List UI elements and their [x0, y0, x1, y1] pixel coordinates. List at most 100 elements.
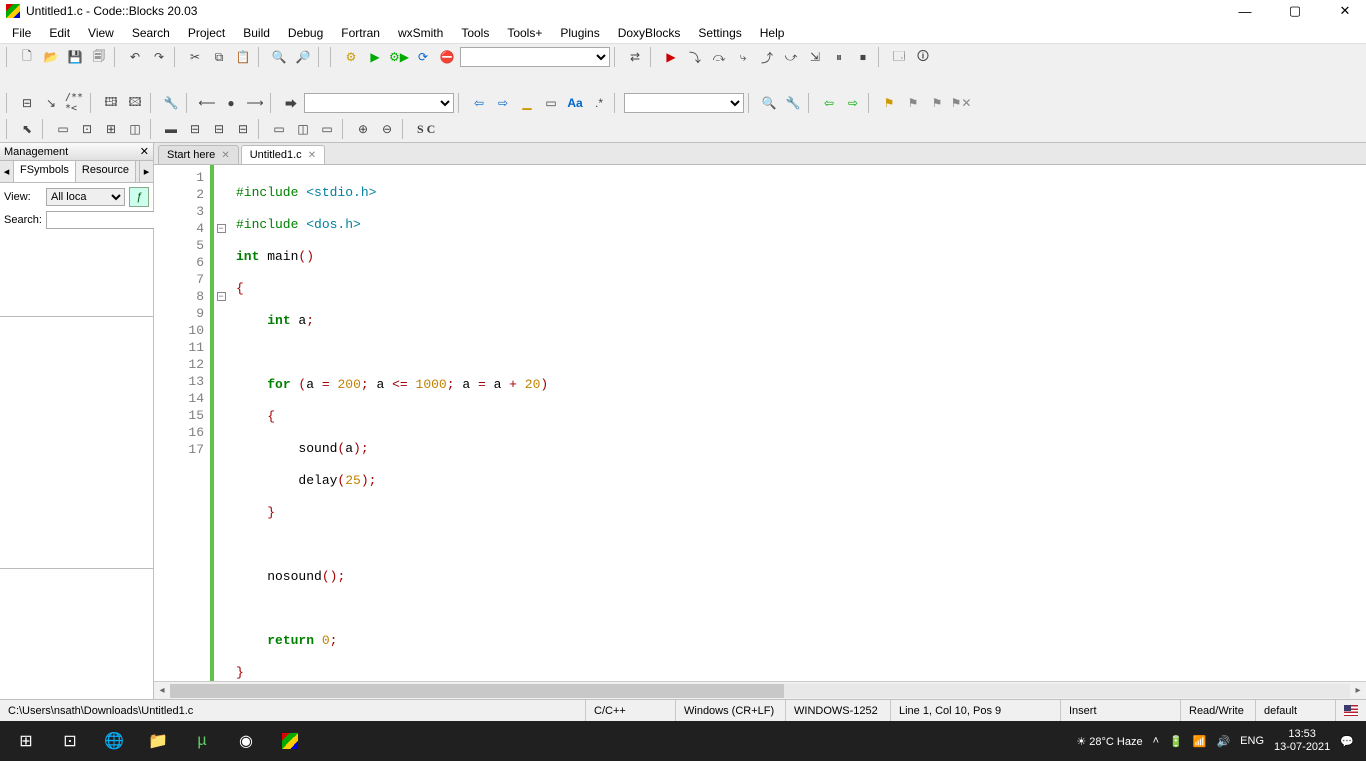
management-tab-resources[interactable]: Resource — [76, 161, 136, 182]
status-eol[interactable]: Windows (CR+LF) — [676, 700, 786, 721]
step-into-icon[interactable]: ⤷ — [732, 46, 754, 68]
close-tab-icon[interactable]: ✕ — [308, 150, 316, 161]
tb4-4-icon[interactable]: ◫ — [124, 118, 146, 140]
menu-wxsmith[interactable]: wxSmith — [390, 24, 451, 42]
view-select[interactable]: All loca — [46, 188, 125, 206]
code-text[interactable]: #include <stdio.h> #include <dos.h> int … — [228, 165, 1366, 681]
tb4-11-icon[interactable]: ▭ — [316, 118, 338, 140]
menu-fortran[interactable]: Fortran — [333, 24, 388, 42]
build-icon[interactable]: ⚙ — [340, 46, 362, 68]
tray-chevron-icon[interactable]: ˄ — [1153, 735, 1159, 747]
menu-toolsplus[interactable]: Tools+ — [499, 24, 550, 42]
nav-back-icon[interactable]: ⇦ — [468, 92, 490, 114]
step-into-instr-icon[interactable]: ⇲ — [804, 46, 826, 68]
flag-clear-icon[interactable]: ⚑✕ — [950, 92, 972, 114]
menu-plugins[interactable]: Plugins — [552, 24, 607, 42]
save-all-icon[interactable]: 🗐 — [88, 46, 110, 68]
close-button[interactable]: ✕ — [1330, 1, 1360, 21]
build-target-combo[interactable] — [460, 47, 610, 67]
menu-file[interactable]: File — [4, 24, 39, 42]
menu-doxyblocks[interactable]: DoxyBlocks — [610, 24, 689, 42]
utorrent-icon[interactable]: µ — [180, 721, 224, 761]
tb4-10-icon[interactable]: ◫ — [292, 118, 314, 140]
next-line-icon[interactable]: ⤼ — [708, 46, 730, 68]
step-out-icon[interactable]: ⤴ — [756, 46, 778, 68]
status-insert-mode[interactable]: Insert — [1061, 700, 1181, 721]
doxy-comment-icon[interactable]: /** *< — [64, 92, 86, 114]
menu-debug[interactable]: Debug — [280, 24, 331, 42]
doxy-config-icon[interactable]: 🔧 — [160, 92, 182, 114]
tb4-1-icon[interactable]: ▭ — [52, 118, 74, 140]
next-bookmark-icon[interactable]: ⇨ — [842, 92, 864, 114]
menu-project[interactable]: Project — [180, 24, 233, 42]
stop-debug-icon[interactable]: ⏹ — [852, 46, 874, 68]
flag-yellow-icon[interactable]: ⚑ — [878, 92, 900, 114]
tb4-9-icon[interactable]: ▭ — [268, 118, 290, 140]
clock[interactable]: 13:53 13-07-2021 — [1274, 728, 1330, 754]
flag-next-icon[interactable]: ⚑ — [926, 92, 948, 114]
horizontal-scrollbar[interactable]: ◂ ▸ — [154, 681, 1366, 699]
zoom-in-icon[interactable]: ⊕ — [352, 118, 374, 140]
prev-bookmark-icon[interactable]: ⇦ — [818, 92, 840, 114]
next-instr-icon[interactable]: ⤻ — [780, 46, 802, 68]
menu-build[interactable]: Build — [235, 24, 278, 42]
toggle-source-header-icon[interactable]: ⇄ — [624, 46, 646, 68]
scroll-left-icon[interactable]: ◂ — [154, 685, 170, 696]
menu-tools[interactable]: Tools — [453, 24, 497, 42]
management-tab-fsymbols[interactable]: FSymbols — [14, 161, 76, 182]
break-icon[interactable]: ⏸ — [828, 46, 850, 68]
nav-fwd-icon[interactable]: ⇨ — [492, 92, 514, 114]
doxy-chm-icon[interactable]: 🖾 — [124, 92, 146, 114]
doxy-html-icon[interactable]: 🖽 — [100, 92, 122, 114]
jump-here-icon[interactable]: ● — [220, 92, 242, 114]
start-button[interactable]: ⊞ — [4, 721, 48, 761]
maximize-button[interactable]: ▢ — [1280, 1, 1310, 21]
language-indicator[interactable]: ENG — [1240, 735, 1264, 747]
jump-back-icon[interactable]: ⟵ — [196, 92, 218, 114]
rebuild-icon[interactable]: ⟳ — [412, 46, 434, 68]
refresh-symbols-icon[interactable]: ƒ — [129, 187, 149, 207]
menu-help[interactable]: Help — [752, 24, 793, 42]
scope-combo[interactable] — [624, 93, 744, 113]
close-tab-icon[interactable]: ✕ — [221, 150, 229, 161]
undo-icon[interactable]: ↶ — [124, 46, 146, 68]
menu-settings[interactable]: Settings — [690, 24, 749, 42]
new-file-icon[interactable]: 🗋 — [16, 46, 38, 68]
flag-prev-icon[interactable]: ⚑ — [902, 92, 924, 114]
management-tab-scroll-left[interactable]: ◂ — [0, 161, 14, 182]
management-close-icon[interactable]: ✕ — [140, 145, 149, 158]
tb4-3-icon[interactable]: ⊞ — [100, 118, 122, 140]
zoom-find-icon[interactable]: 🔍 — [758, 92, 780, 114]
build-run-icon[interactable]: ⚙▶ — [388, 46, 410, 68]
search-combo[interactable] — [304, 93, 454, 113]
last-jump-icon[interactable]: ⮕ — [280, 92, 302, 114]
chrome-icon[interactable]: ◉ — [224, 721, 268, 761]
scroll-right-icon[interactable]: ▸ — [1350, 685, 1366, 696]
status-language[interactable]: C/C++ — [586, 700, 676, 721]
management-tab-scroll-right[interactable]: ▸ — [139, 161, 153, 182]
find-icon[interactable]: 🔍 — [268, 46, 290, 68]
codeblocks-taskbar-icon[interactable] — [268, 721, 312, 761]
zoom-out-icon[interactable]: ⊖ — [376, 118, 398, 140]
select-icon[interactable]: ⬉ — [16, 118, 38, 140]
tb4-8-icon[interactable]: ⊟ — [232, 118, 254, 140]
regex-icon[interactable]: .* — [588, 92, 610, 114]
status-encoding[interactable]: WINDOWS-1252 — [786, 700, 891, 721]
edge-icon[interactable]: 🌐 — [92, 721, 136, 761]
editor-tab-untitled1[interactable]: Untitled1.c✕ — [241, 145, 325, 164]
cut-icon[interactable]: ✂ — [184, 46, 206, 68]
menu-search[interactable]: Search — [124, 24, 178, 42]
highlight-icon[interactable]: ▁ — [516, 92, 538, 114]
fold-icon[interactable]: − — [217, 292, 226, 301]
save-icon[interactable]: 💾 — [64, 46, 86, 68]
notifications-icon[interactable]: 💬 — [1340, 735, 1354, 748]
run-icon[interactable]: ▶ — [364, 46, 386, 68]
tb4-2-icon[interactable]: ⊡ — [76, 118, 98, 140]
open-file-icon[interactable]: 📂 — [40, 46, 62, 68]
editor-tab-start-here[interactable]: Start here✕ — [158, 145, 239, 164]
symbol-tree[interactable] — [0, 317, 153, 569]
task-view-icon[interactable]: ⊡ — [48, 721, 92, 761]
match-case-icon[interactable]: Aa — [564, 92, 586, 114]
tb4-5-icon[interactable]: ▬ — [160, 118, 182, 140]
scroll-thumb[interactable] — [170, 684, 784, 698]
